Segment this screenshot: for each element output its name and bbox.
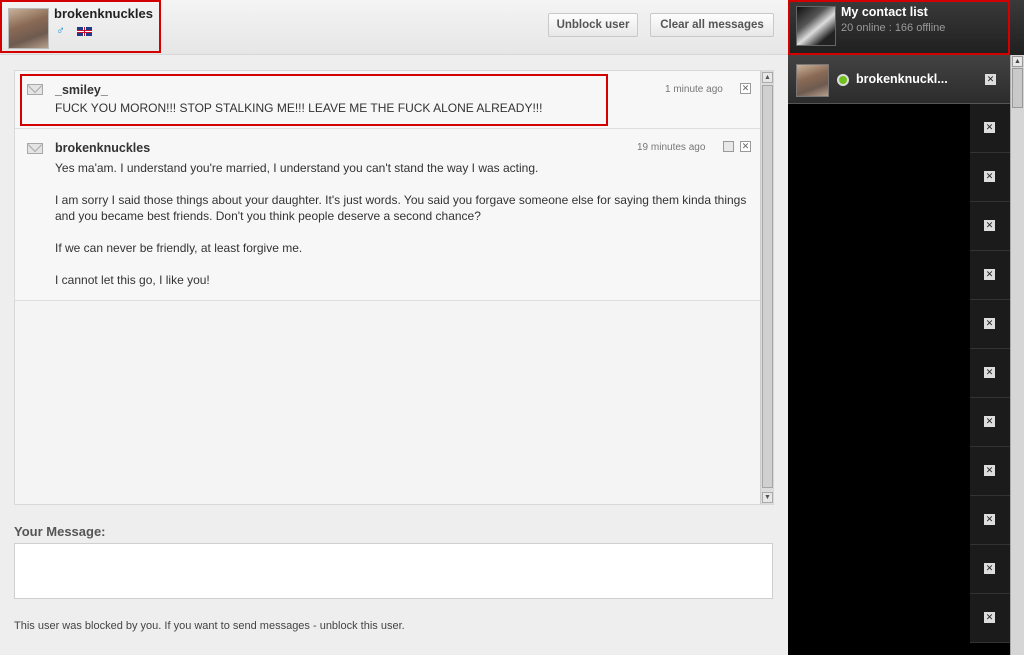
message-item: _smiley_ 1 minute ago ✕ FUCK YOU MORON!!…: [15, 71, 760, 129]
online-status-icon: [837, 74, 849, 86]
contact-close-slot: ✕: [970, 447, 1010, 496]
compose-label: Your Message:: [14, 524, 106, 539]
contact-close-slot: ✕: [970, 104, 1010, 153]
male-symbol-icon: ♂: [56, 23, 65, 37]
scroll-thumb[interactable]: [1012, 68, 1023, 108]
close-icon[interactable]: ✕: [984, 416, 995, 427]
contact-name: brokenknuckl...: [856, 72, 948, 86]
contact-close-slot: ✕: [970, 496, 1010, 545]
message-list: _smiley_ 1 minute ago ✕ FUCK YOU MORON!!…: [14, 70, 774, 505]
contact-close-slot: ✕: [970, 594, 1010, 643]
close-icon[interactable]: ✕: [984, 171, 995, 182]
message-paragraph: Yes ma'am. I understand you're married, …: [55, 161, 539, 175]
message-author[interactable]: _smiley_: [55, 83, 108, 97]
chat-partner-box: brokenknuckles ♂: [0, 0, 161, 53]
close-icon[interactable]: ✕: [984, 514, 995, 525]
close-icon[interactable]: ✕: [984, 465, 995, 476]
contact-close-slot: ✕: [970, 398, 1010, 447]
contact-close-slot: ✕: [970, 202, 1010, 251]
message-paragraph: I cannot let this go, I like you!: [55, 273, 210, 287]
contact-panel: My contact list 20 online : 166 offline …: [788, 0, 1024, 655]
message-scrollbar[interactable]: ▲ ▼: [760, 71, 773, 504]
blocked-note: This user was blocked by you. If you wan…: [14, 620, 405, 632]
message-input[interactable]: [14, 543, 773, 599]
close-icon[interactable]: ✕: [985, 74, 996, 85]
delete-message-icon[interactable]: ✕: [740, 83, 751, 94]
contact-close-slot: ✕: [970, 300, 1010, 349]
close-icon[interactable]: ✕: [984, 367, 995, 378]
message-time: 19 minutes ago: [637, 142, 706, 153]
close-icon[interactable]: ✕: [984, 122, 995, 133]
close-icon[interactable]: ✕: [984, 563, 995, 574]
message-paragraph: I am sorry I said those things about you…: [55, 193, 747, 223]
scroll-up-arrow-icon[interactable]: ▲: [1012, 56, 1023, 67]
unblock-user-button[interactable]: Unblock user: [548, 13, 638, 37]
scroll-down-arrow-icon[interactable]: ▼: [762, 492, 773, 503]
contact-list-title[interactable]: My contact list: [841, 5, 928, 19]
contact-item-active[interactable]: brokenknuckl... ✕: [788, 55, 1010, 104]
contact-stats: 20 online : 166 offline: [841, 22, 946, 34]
message-item: brokenknuckles 19 minutes ago ✕ Yes ma'a…: [15, 129, 760, 301]
message-paragraph: If we can never be friendly, at least fo…: [55, 241, 303, 255]
clear-all-messages-button[interactable]: Clear all messages: [650, 13, 774, 37]
envelope-icon: [27, 84, 43, 95]
envelope-open-icon: [27, 143, 43, 154]
report-flag-icon[interactable]: [723, 141, 734, 152]
close-icon[interactable]: ✕: [984, 269, 995, 280]
scroll-up-arrow-icon[interactable]: ▲: [762, 72, 773, 83]
message-author[interactable]: brokenknuckles: [55, 141, 150, 155]
contact-list-header: My contact list 20 online : 166 offline: [788, 0, 1024, 55]
close-icon[interactable]: ✕: [984, 612, 995, 623]
contact-close-slot: ✕: [970, 349, 1010, 398]
chat-header: brokenknuckles ♂ Unblock user Clear all …: [0, 0, 788, 55]
scroll-thumb[interactable]: [762, 85, 773, 488]
close-icon[interactable]: ✕: [984, 318, 995, 329]
contact-close-slot: ✕: [970, 251, 1010, 300]
close-icon[interactable]: ✕: [984, 220, 995, 231]
partner-avatar[interactable]: [8, 8, 49, 49]
message-text: FUCK YOU MORON!!! STOP STALKING ME!!! LE…: [55, 101, 543, 115]
contact-close-slot: ✕: [970, 153, 1010, 202]
uk-flag-icon: [77, 27, 92, 36]
contact-avatar: [796, 64, 829, 97]
message-time: 1 minute ago: [665, 84, 723, 95]
contact-scrollbar[interactable]: ▲: [1010, 55, 1024, 655]
contact-close-slot: ✕: [970, 545, 1010, 594]
my-avatar[interactable]: [796, 6, 836, 46]
delete-message-icon[interactable]: ✕: [740, 141, 751, 152]
partner-name[interactable]: brokenknuckles: [54, 6, 153, 21]
chat-main-panel: brokenknuckles ♂ Unblock user Clear all …: [0, 0, 788, 655]
